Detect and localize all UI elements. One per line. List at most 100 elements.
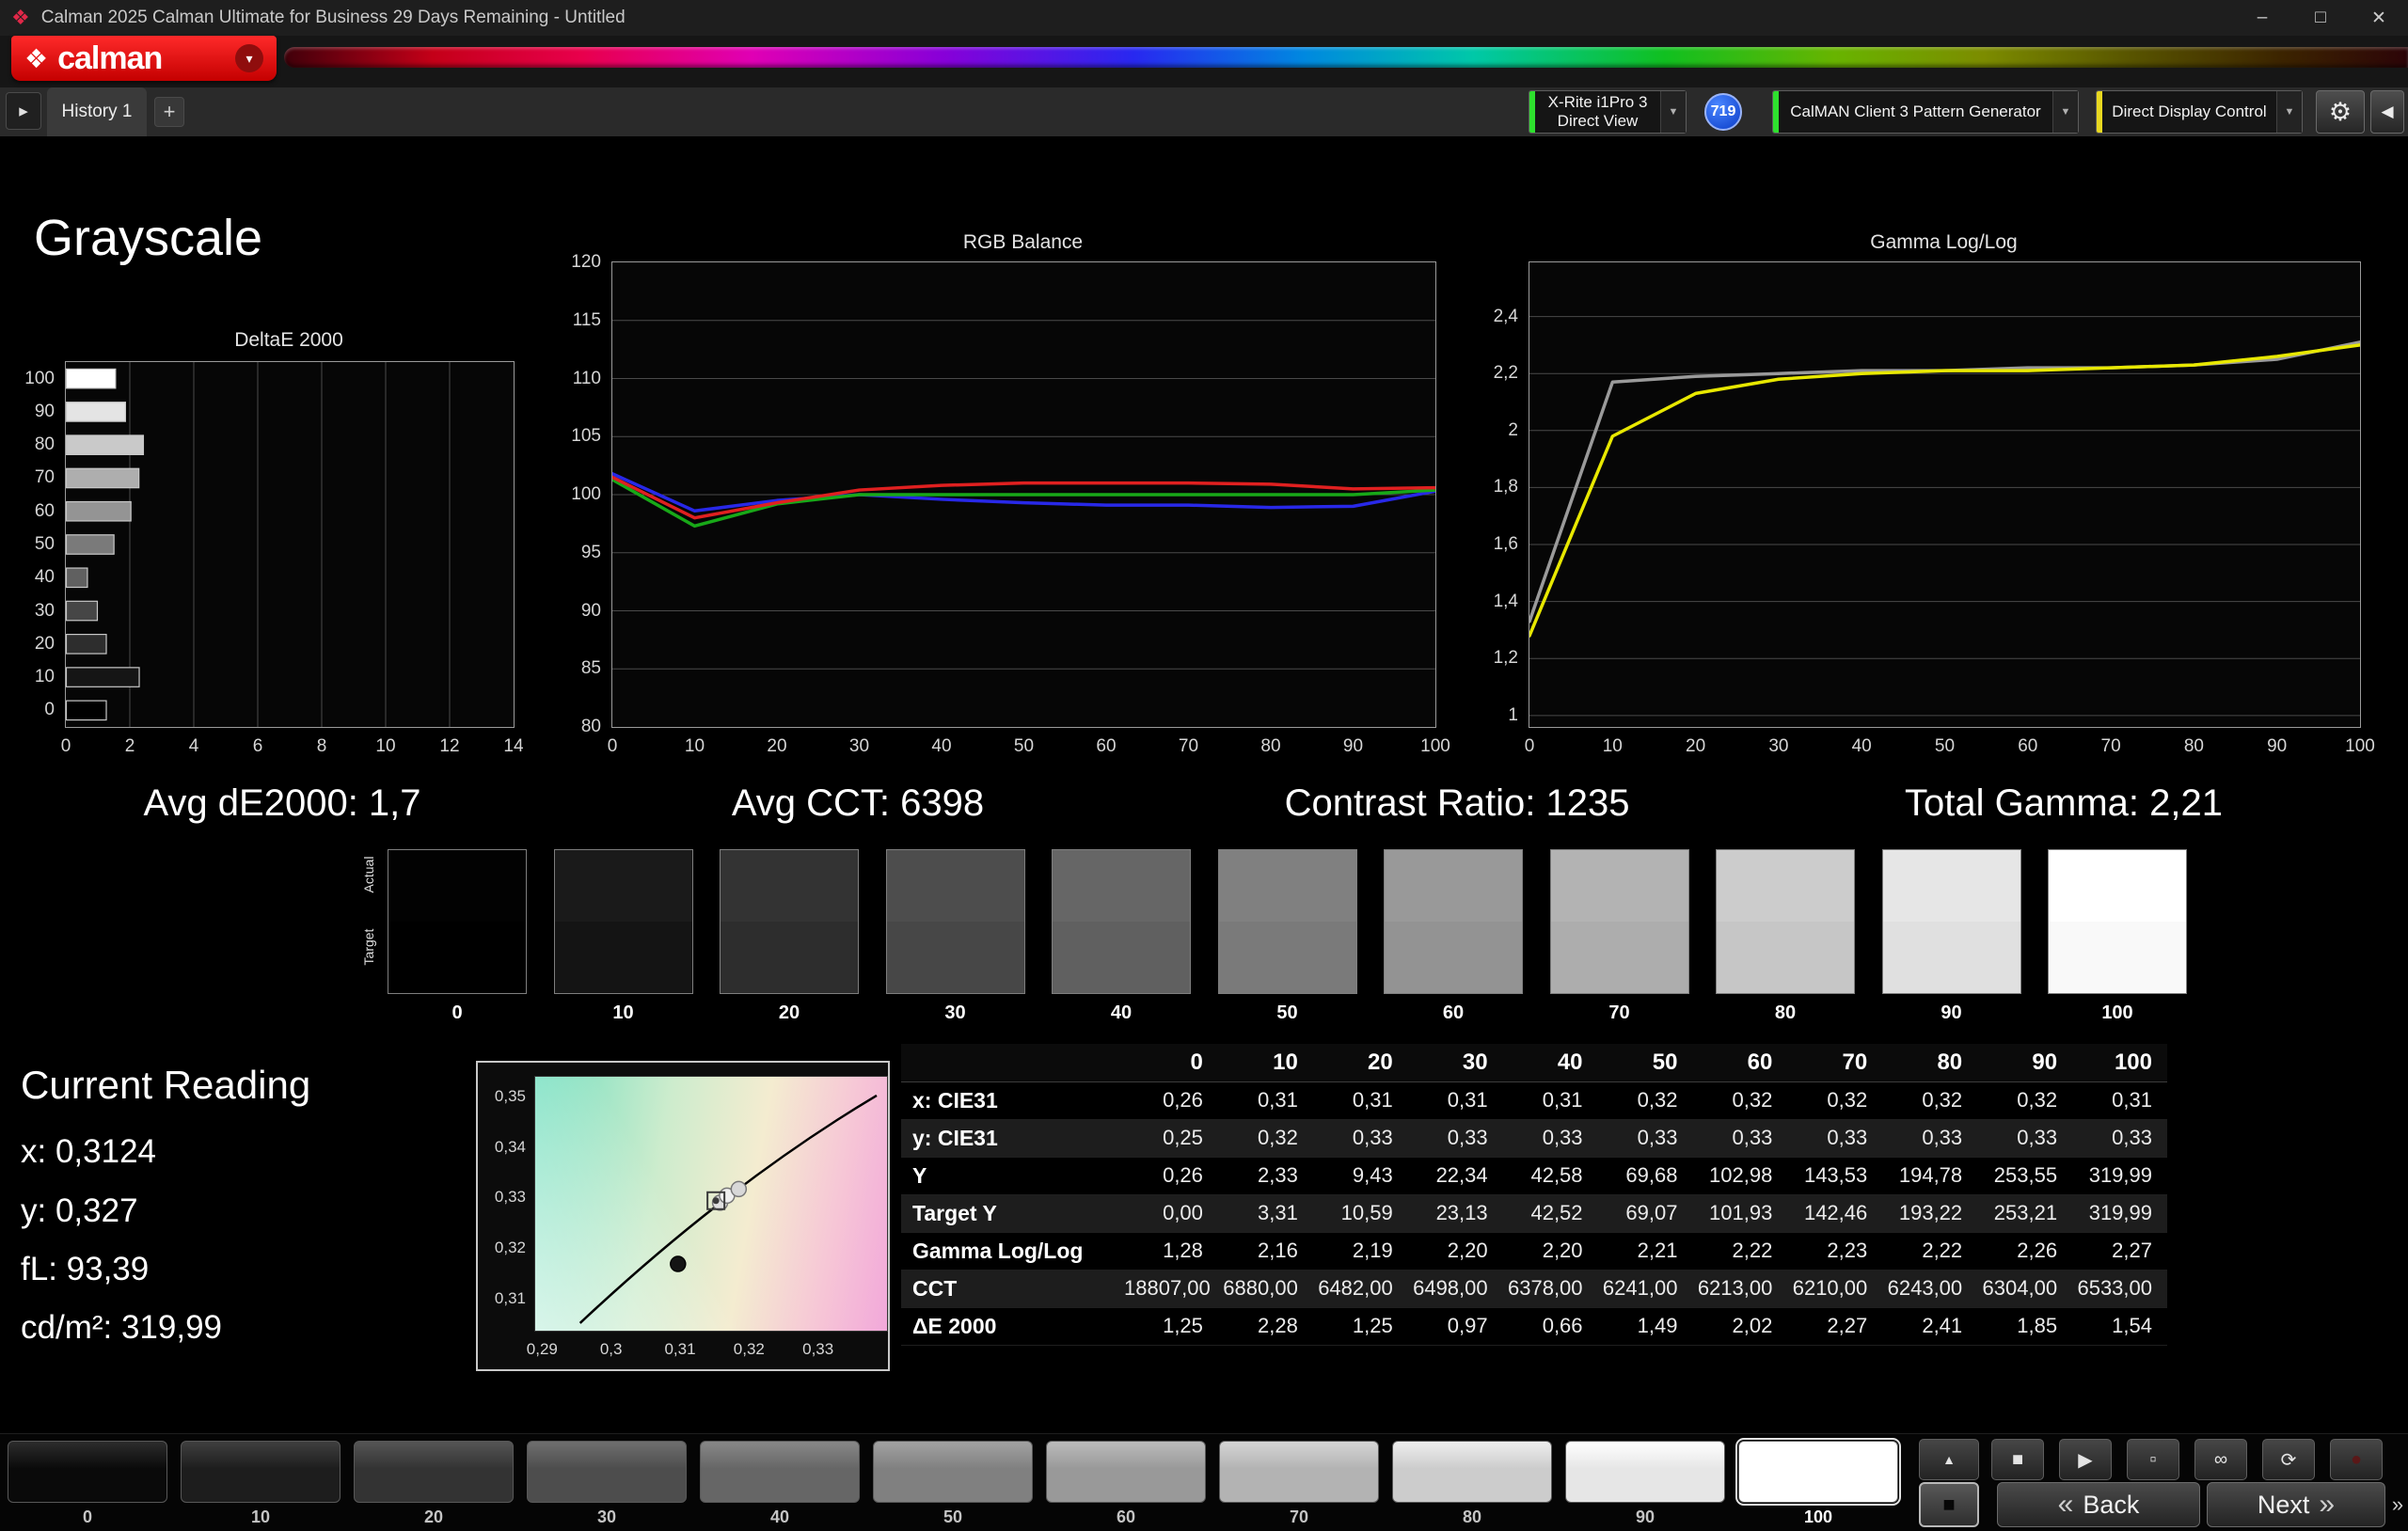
expand-up-button[interactable]: ▲ [1919,1439,1979,1480]
refresh-button[interactable]: ⟳ [2262,1439,2315,1480]
table-cell: 42,52 [1503,1194,1598,1232]
table-cell: 1,25 [1313,1307,1408,1345]
x-axis-tick: 60 [2018,734,2037,759]
table-cell: 2,33 [1218,1157,1313,1194]
panel-expand-button[interactable]: ▸ [6,92,41,130]
table-row-label: y: CIE31 [901,1119,1123,1157]
y-axis-tick: 2,2 [1494,361,1518,386]
table-cell: 0,32 [1218,1119,1313,1157]
pattern-level-label-30: 30 [527,1507,687,1527]
meter-dropdown[interactable]: X-Rite i1Pro 3 Direct View ▼ [1529,90,1687,134]
close-button[interactable]: ✕ [2350,0,2408,36]
meter-count-badge[interactable]: 719 [1704,93,1742,131]
y-axis-tick: 95 [581,541,601,565]
table-row: Gamma Log/Log1,282,162,192,202,202,212,2… [901,1232,2167,1270]
pattern-level-90: 90 [1565,1441,1725,1527]
table-cell: 0,31 [2072,1081,2167,1119]
table-cell: 9,43 [1313,1157,1408,1194]
x-axis-tick: 40 [931,734,951,759]
pattern-level-button-50[interactable] [873,1441,1033,1503]
pattern-level-button-80[interactable] [1392,1441,1552,1503]
x-axis-tick: 12 [439,734,459,759]
back-button[interactable]: « Back [1997,1482,2200,1527]
pattern-level-button-10[interactable] [181,1441,341,1503]
table-cell: 2,23 [1787,1232,1882,1270]
table-cell: 0,33 [1313,1119,1408,1157]
continuous-read-button[interactable]: ∞ [2194,1439,2247,1480]
stop-measure-button[interactable]: ■ [1919,1482,1979,1527]
table-cell: 0,66 [1503,1307,1598,1345]
grayscale-swatch-70 [1550,849,1689,994]
y-axis-tick: 0,33 [495,1185,526,1209]
display-control-dropdown[interactable]: Direct Display Control ▼ [2096,90,2303,134]
table-cell: 0,33 [1977,1119,2072,1157]
settings-button[interactable]: ⚙ [2316,90,2365,134]
table-col-header-80: 80 [1882,1044,1977,1081]
pattern-level-button-60[interactable] [1046,1441,1206,1503]
x-axis-tick: 60 [1096,734,1116,759]
grayscale-swatch-20 [720,849,859,994]
table-cell: 0,32 [1598,1081,1693,1119]
swatch-label-0: 0 [388,1002,527,1024]
x-axis-tick: 90 [1343,734,1363,759]
y-axis-tick: 80 [581,715,601,739]
pattern-window-button[interactable]: ▫ [2127,1439,2179,1480]
table-cell: 2,28 [1218,1307,1313,1345]
record-icon: ● [2351,1449,2362,1471]
table-cell: 253,21 [1977,1194,2072,1232]
y-axis-tick: 0 [44,698,55,722]
maximize-button[interactable]: □ [2291,0,2350,36]
pattern-generator-name: CalMAN Client 3 Pattern Generator [1790,103,2040,121]
page-forward-button[interactable]: » [2389,1482,2406,1527]
swatch-label-80: 80 [1716,1002,1855,1024]
grayscale-swatch-80 [1716,849,1855,994]
table-col-header-10: 10 [1218,1044,1313,1081]
titlebar: ❖ Calman 2025 Calman Ultimate for Busine… [0,0,2408,36]
pattern-level-button-100[interactable] [1738,1441,1898,1503]
calman-app: ❖ Calman 2025 Calman Ultimate for Busine… [0,0,2408,1531]
table-col-header-90: 90 [1977,1044,2072,1081]
x-axis-tick: 80 [1260,734,1280,759]
table-cell: 0,33 [1882,1119,1977,1157]
y-axis-tick: 1,2 [1494,646,1518,671]
tab-history-1[interactable]: History 1 [47,87,147,136]
logo-dropdown-button[interactable]: ▾ [235,44,263,72]
table-cell: 6378,00 [1503,1270,1598,1307]
pattern-generator-dropdown[interactable]: CalMAN Client 3 Pattern Generator ▼ [1772,90,2079,134]
pattern-level-button-0[interactable] [8,1441,167,1503]
pattern-level-button-70[interactable] [1219,1441,1379,1503]
next-button[interactable]: Next » [2207,1482,2385,1527]
table-cell: 0,31 [1313,1081,1408,1119]
table-col-header-20: 20 [1313,1044,1408,1081]
play-button[interactable]: ▶ [2059,1439,2112,1480]
table-col-header-50: 50 [1598,1044,1693,1081]
x-axis-tick: 8 [317,734,327,759]
minimize-button[interactable]: – [2233,0,2291,36]
calman-logo-banner[interactable]: ❖ calman ▾ [11,36,277,81]
swatch-label-30: 30 [886,1002,1025,1024]
pattern-level-button-30[interactable] [527,1441,687,1503]
pattern-level-button-40[interactable] [700,1441,860,1503]
record-button[interactable]: ● [2330,1439,2383,1480]
pattern-level-100: 100 [1738,1441,1898,1527]
rainbow-strip [284,47,2408,68]
pattern-level-20: 20 [354,1441,514,1527]
pattern-level-button-90[interactable] [1565,1441,1725,1503]
infinity-icon: ∞ [2214,1449,2227,1471]
grayscale-swatch-40 [1052,849,1191,994]
y-axis-tick: 105 [571,424,601,449]
y-axis-tick: 100 [571,482,601,507]
refresh-icon: ⟳ [2281,1448,2297,1472]
table-cell: 2,22 [1882,1232,1977,1270]
stop-button[interactable]: ■ [1991,1439,2044,1480]
table-cell: 2,19 [1313,1232,1408,1270]
y-axis-tick: 30 [35,599,55,623]
table-corner-cell [901,1044,1123,1081]
pattern-level-label-70: 70 [1219,1507,1379,1527]
pattern-level-button-20[interactable] [354,1441,514,1503]
add-tab-button[interactable]: + [154,97,184,127]
window-title: Calman 2025 Calman Ultimate for Business… [41,8,626,28]
y-axis-tick: 90 [35,400,55,424]
panel-collapse-button[interactable]: ◀ [2370,90,2404,134]
pattern-level-label-80: 80 [1392,1507,1552,1527]
